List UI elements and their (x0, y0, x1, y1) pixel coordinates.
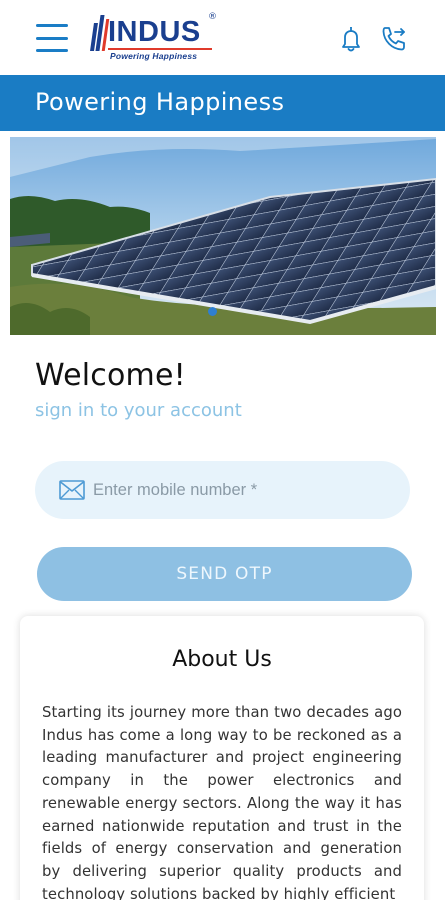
logo-tagline: Powering Happiness (110, 51, 198, 61)
banner-title: Powering Happiness (35, 88, 285, 116)
logo-wordmark: INDUS (108, 16, 201, 48)
mobile-number-field[interactable] (35, 461, 410, 519)
menu-icon[interactable] (36, 24, 68, 52)
app-screen: INDUS ® Powering Happiness Powering Happ… (0, 0, 445, 900)
brand-logo[interactable]: INDUS ® Powering Happiness (90, 12, 220, 64)
top-header: INDUS ® Powering Happiness (0, 0, 445, 75)
logo-registered-mark: ® (208, 12, 217, 22)
menu-bar (36, 24, 68, 27)
logo-mark (90, 15, 110, 51)
welcome-heading: Welcome! (35, 358, 186, 393)
menu-bar (36, 49, 68, 52)
about-us-text: Starting its journey more than two decad… (42, 704, 402, 900)
about-us-title: About Us (172, 647, 272, 672)
mobile-number-input[interactable] (93, 461, 393, 519)
hero-carousel[interactable] (10, 137, 436, 335)
mail-icon (59, 480, 85, 500)
menu-bar (36, 36, 68, 40)
about-us-card: About Us Starting its journey more than … (20, 616, 424, 900)
carousel-indicator-active[interactable] (208, 307, 217, 316)
signin-subtitle: sign in to your account (35, 400, 242, 421)
phone-forward-icon[interactable] (379, 24, 409, 54)
logo-underline (108, 48, 212, 50)
solar-panel-image (10, 137, 436, 335)
tagline-banner: Powering Happiness (0, 75, 445, 131)
bell-icon[interactable] (336, 24, 366, 54)
send-otp-button[interactable]: SEND OTP (37, 547, 412, 601)
